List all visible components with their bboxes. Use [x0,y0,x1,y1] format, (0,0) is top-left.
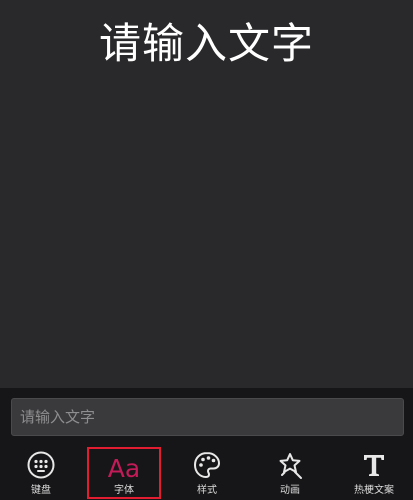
text-t-icon [364,455,384,476]
tool-animation[interactable]: 动画 [254,443,326,499]
sparkle-star-icon [279,453,302,479]
tool-hot-copy-label: 热梗文案 [354,485,394,496]
tool-font[interactable]: Aa 字体 [87,447,161,499]
text-input[interactable] [11,398,404,436]
tool-style-label: 样式 [197,485,217,496]
tool-animation-label: 动画 [280,485,300,496]
preview-text[interactable]: 请输入文字 [0,18,413,70]
preview-canvas[interactable]: 请输入文字 [0,0,413,388]
tool-keyboard-label: 键盘 [31,485,51,496]
font-aa-icon: Aa [107,454,141,483]
tool-font-label: 字体 [114,485,134,496]
toolbar: 键盘 Aa 字体 样式 动画 热梗文案 [0,443,413,500]
tool-keyboard[interactable]: 键盘 [5,443,77,499]
tool-hot-copy[interactable]: 热梗文案 [338,443,410,499]
keyboard-icon [27,451,55,479]
tool-style[interactable]: 样式 [171,443,243,499]
palette-icon [194,452,220,478]
bottom-panel: 键盘 Aa 字体 样式 动画 [0,388,413,500]
